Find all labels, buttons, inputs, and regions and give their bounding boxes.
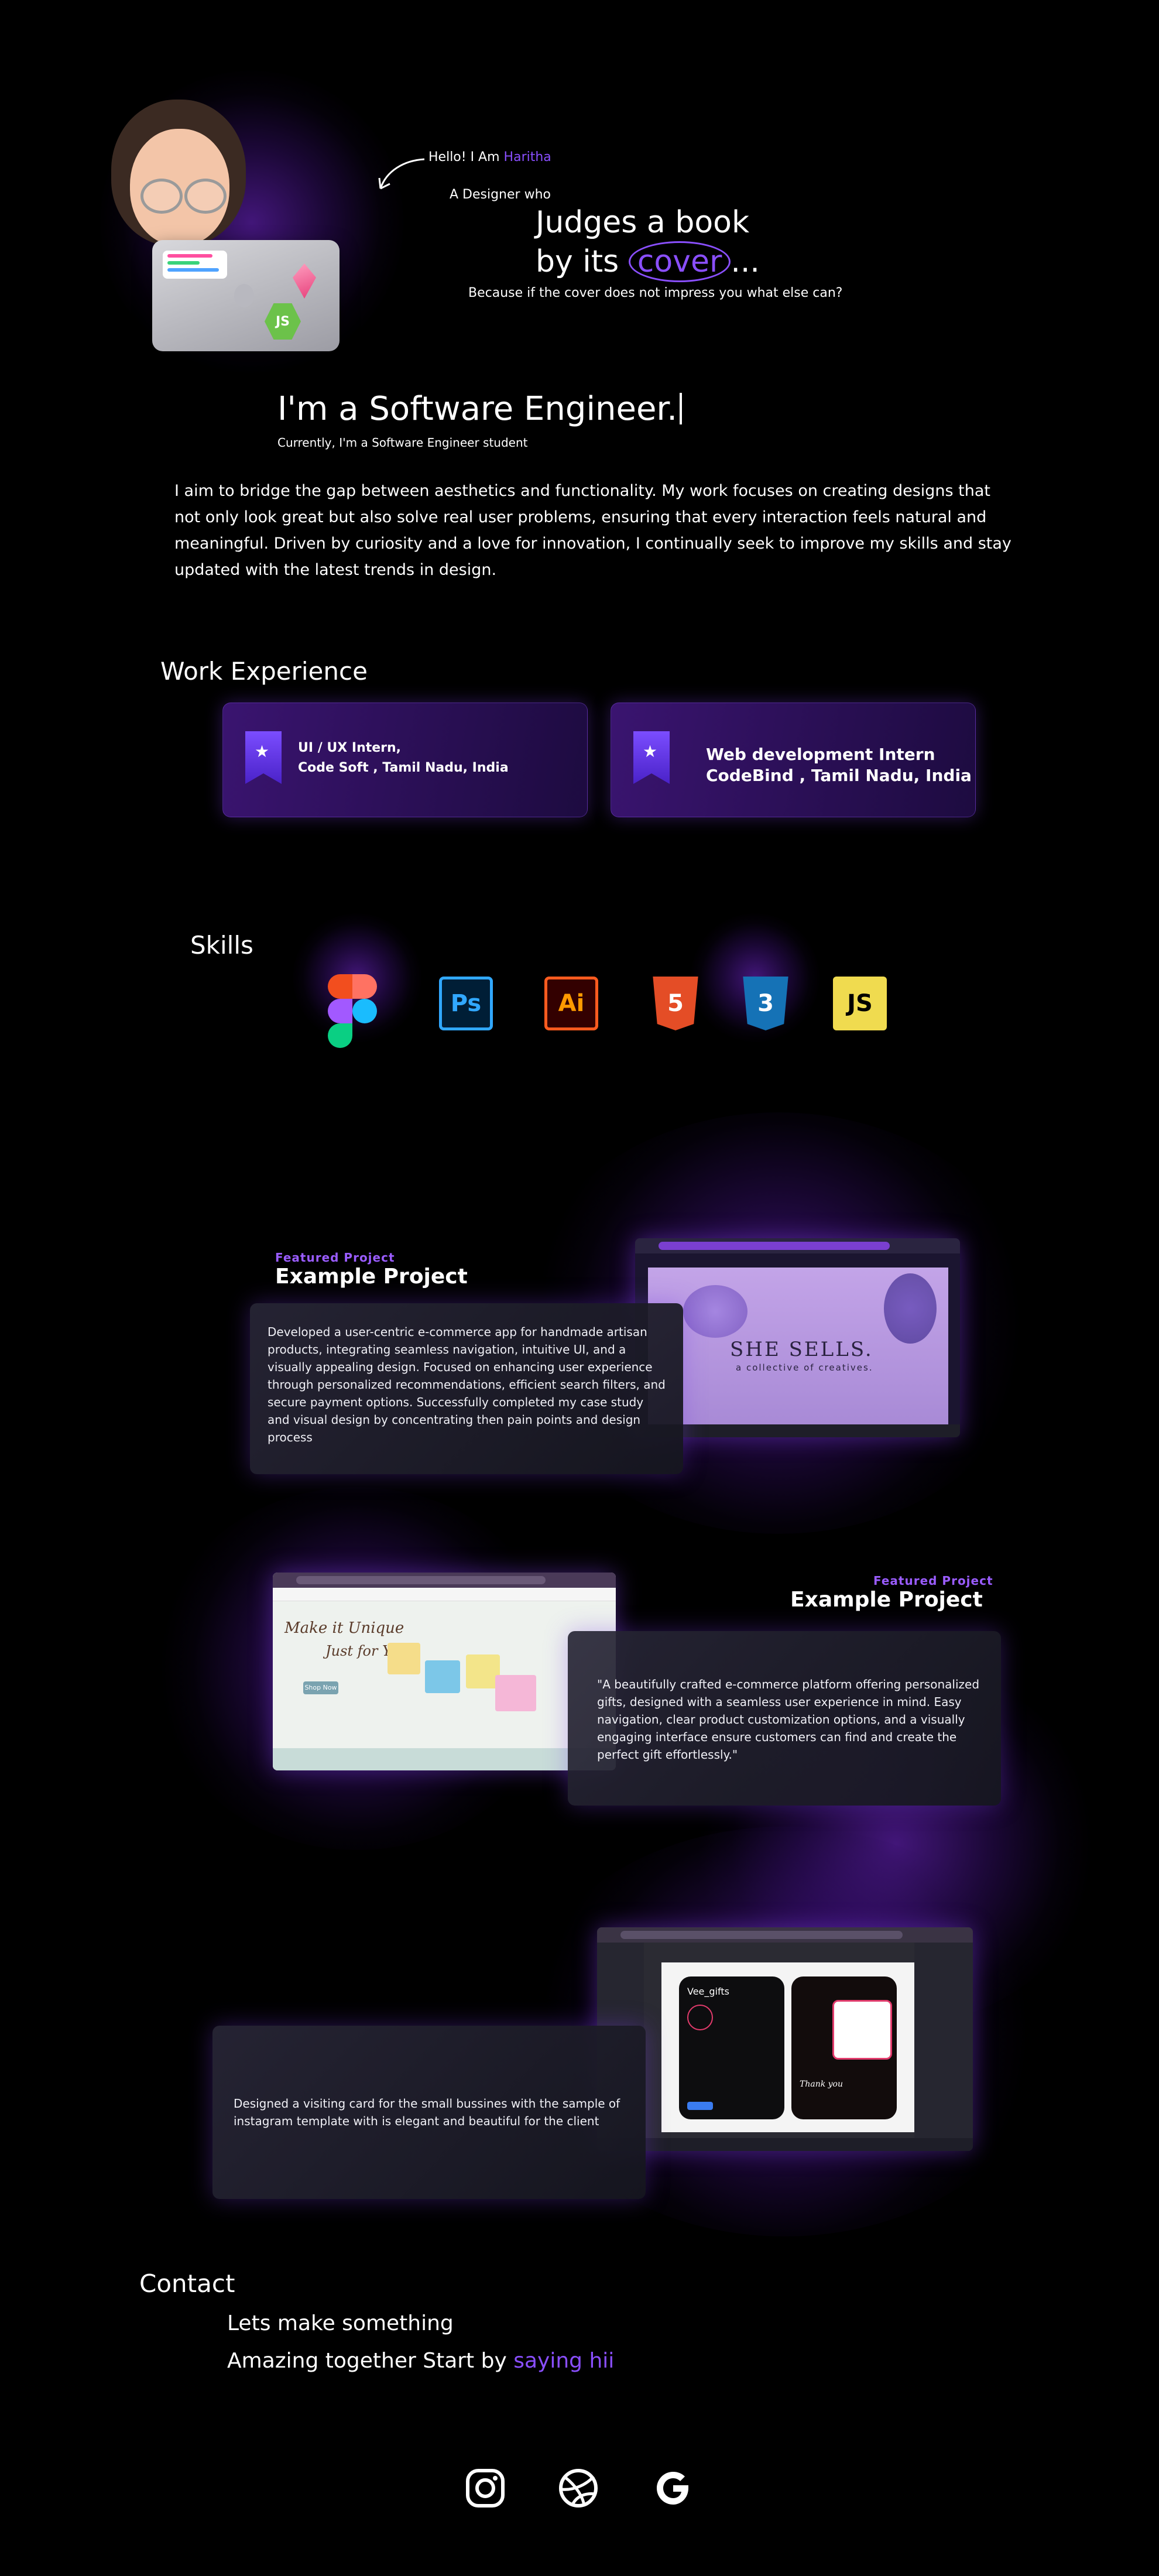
- javascript-icon: JS: [833, 977, 887, 1030]
- text-cursor: [680, 393, 683, 424]
- instagram-icon[interactable]: [464, 2467, 506, 2509]
- screenshot-heading: Make it Unique: [284, 1619, 404, 1637]
- project-screenshot[interactable]: Make it Unique Just for You Shop Now: [273, 1573, 616, 1770]
- badge-icon: ★: [245, 731, 282, 784]
- project-description-card: Developed a user-centric e-commerce app …: [250, 1303, 683, 1474]
- project-description-card: "A beautifully crafted e-commerce platfo…: [568, 1631, 1001, 1806]
- headline-suffix: ...: [731, 244, 760, 279]
- experience-details: UI / UX Intern, Code Soft , Tamil Nadu, …: [298, 738, 509, 778]
- site-header: [273, 1588, 616, 1601]
- experience-role: Web development Intern: [706, 745, 935, 764]
- illustrator-icon: Ai: [544, 977, 598, 1030]
- skills-title: Skills: [190, 931, 253, 960]
- css3-icon: 3: [743, 977, 788, 1030]
- instagram-handle: Vee_gifts: [687, 1986, 729, 1997]
- project-screenshot[interactable]: Vee_gifts Thank you: [597, 1927, 973, 2151]
- designer-who-text: A Designer who: [450, 187, 551, 202]
- figma-icon: [328, 974, 377, 1048]
- instagram-card-front: Vee_gifts: [679, 1976, 784, 2119]
- qr-code-icon: [832, 2000, 892, 2060]
- glasses-icon: [140, 179, 183, 214]
- featured-label: Featured Project: [873, 1574, 993, 1588]
- headline-highlight: cover: [628, 241, 731, 282]
- bio-paragraph: I aim to bridge the gap between aestheti…: [174, 482, 1011, 579]
- project-screenshot[interactable]: SHE SELLS. a collective of creatives.: [635, 1238, 960, 1437]
- project-description-card: Designed a visiting card for the small b…: [212, 2026, 646, 2199]
- saying-hii-link[interactable]: saying hii: [513, 2349, 614, 2373]
- glasses-icon: [184, 179, 227, 214]
- headline-line1: Judges a book: [536, 205, 750, 240]
- taskbar: [635, 1424, 960, 1437]
- laptop-icon: JS: [152, 240, 340, 351]
- ethereum-sticker-icon: [293, 263, 316, 299]
- work-experience-title: Work Experience: [160, 657, 368, 686]
- hero-headline: Judges a book by its cover...: [536, 204, 760, 282]
- gift-box-icon: [388, 1643, 420, 1674]
- contact-line2: Amazing together Start by saying hii: [227, 2349, 614, 2373]
- headline-line2: by its cover...: [536, 241, 760, 282]
- experience-company: Code Soft , Tamil Nadu, India: [298, 761, 509, 775]
- screenshot-shop-button: Shop Now: [303, 1681, 338, 1694]
- screenshot-content: SHE SELLS. a collective of creatives.: [648, 1268, 948, 1424]
- currently-text: Currently, I'm a Software Engineer stude…: [277, 436, 528, 450]
- design-canvas: Vee_gifts Thank you: [661, 1962, 914, 2132]
- arrow-icon: [378, 158, 425, 190]
- headline-prefix: by its: [536, 244, 619, 279]
- browser-toolbar: [273, 1573, 616, 1588]
- project-description: Designed a visiting card for the small b…: [234, 2097, 620, 2128]
- editor-properties-panel: [914, 1943, 973, 2138]
- experience-role: UI / UX Intern,: [298, 741, 402, 755]
- taskbar: [597, 2138, 973, 2151]
- project-description: Developed a user-centric e-commerce app …: [268, 1325, 666, 1444]
- role-text: I'm a Software Engineer.: [277, 390, 678, 428]
- experience-company: CodeBind , Tamil Nadu, India: [706, 766, 972, 785]
- contact-line1: Lets make something: [227, 2311, 454, 2335]
- featured-label: Featured Project: [275, 1251, 395, 1265]
- project-title[interactable]: Example Project: [790, 1588, 983, 1612]
- project-title[interactable]: Example Project: [275, 1265, 468, 1289]
- nodejs-sticker-icon: JS: [265, 303, 301, 340]
- badge-icon: ★: [633, 731, 670, 784]
- experience-card[interactable]: ★ Web development Intern CodeBind , Tami…: [611, 703, 976, 817]
- hero-subtitle: Because if the cover does not impress yo…: [468, 286, 843, 300]
- contact-title: Contact: [139, 2269, 235, 2298]
- thank-you-text: Thank you: [800, 2080, 843, 2089]
- greeting-name: Haritha: [503, 150, 551, 165]
- screenshot-tagline: a collective of creatives.: [736, 1362, 873, 1373]
- instagram-card-back: Thank you: [791, 1976, 897, 2119]
- gift-box-icon: [495, 1675, 536, 1711]
- site-footer-band: [273, 1748, 616, 1770]
- contact-line2-text: Amazing together Start by: [227, 2349, 507, 2373]
- code-sticker-icon: [163, 251, 227, 279]
- html5-icon: 5: [653, 977, 698, 1030]
- dribbble-icon[interactable]: [557, 2467, 599, 2509]
- browser-toolbar: [597, 1927, 973, 1943]
- google-icon[interactable]: [652, 2467, 694, 2509]
- role-heading: I'm a Software Engineer.: [277, 390, 683, 428]
- browser-toolbar: [635, 1238, 960, 1253]
- follow-button-icon: [687, 2102, 713, 2110]
- gift-box-icon: [425, 1660, 460, 1693]
- screenshot-brand: SHE SELLS.: [730, 1338, 873, 1361]
- project-description: "A beautifully crafted e-commerce platfo…: [597, 1677, 980, 1762]
- photoshop-icon: Ps: [439, 977, 493, 1030]
- avatar: JS: [88, 94, 345, 369]
- apple-logo-icon: [234, 284, 254, 307]
- greeting-text: Hello! I Am: [428, 150, 500, 165]
- profile-icon: [687, 2005, 713, 2030]
- experience-details: Web development Intern CodeBind , Tamil …: [706, 744, 972, 786]
- greeting: Hello! I Am Haritha: [428, 150, 551, 165]
- experience-card[interactable]: ★ UI / UX Intern, Code Soft , Tamil Nadu…: [222, 703, 588, 817]
